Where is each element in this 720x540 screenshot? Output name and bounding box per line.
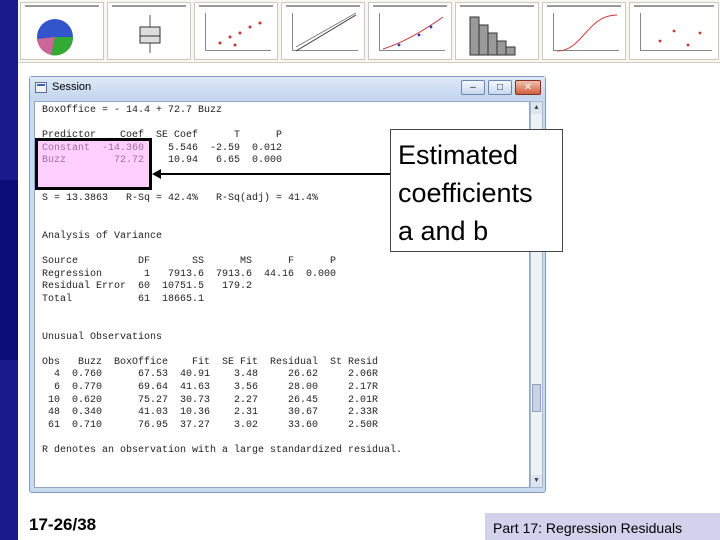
slide-number: 17-26/38 xyxy=(29,515,97,534)
histogram-icon xyxy=(469,16,516,56)
maximize-button[interactable]: □ xyxy=(488,80,512,95)
callout-box: Estimated coefficients a and b xyxy=(390,129,563,252)
curve-fit-icon xyxy=(382,16,444,50)
title-bar[interactable]: Session – □ ✕ xyxy=(30,77,545,99)
thumbnail-cdf-plot[interactable] xyxy=(542,2,626,60)
thumbnail-fitted-lines[interactable] xyxy=(281,2,365,60)
arrow-head-icon xyxy=(152,169,161,179)
line-plot-icon xyxy=(295,12,357,52)
maximize-icon: □ xyxy=(496,82,504,93)
minimize-icon: – xyxy=(470,82,476,93)
close-icon: ✕ xyxy=(523,82,533,93)
scroll-down-icon[interactable]: ▼ xyxy=(531,475,542,487)
s-curve-icon xyxy=(556,14,618,52)
scatter-icon xyxy=(218,21,262,47)
session-window-icon xyxy=(35,82,47,93)
pie-chart-icon xyxy=(37,19,74,56)
thumbnail-histogram[interactable] xyxy=(455,2,539,60)
scroll-thumb[interactable] xyxy=(532,384,541,412)
thumbnail-boxplot[interactable] xyxy=(107,2,191,60)
thumbnail-nonlinear-fit[interactable] xyxy=(368,2,452,60)
boxplot-icon xyxy=(139,15,161,53)
thumbnail-strip xyxy=(18,0,720,63)
close-button[interactable]: ✕ xyxy=(515,80,541,95)
footer-banner: Part 17: Regression Residuals xyxy=(485,513,720,540)
thumbnail-scatterplot-1[interactable] xyxy=(194,2,278,60)
residual-scatter-icon xyxy=(658,29,702,47)
callout-text: Estimated coefficients a and b xyxy=(398,140,533,246)
coefficient-highlight xyxy=(35,138,152,190)
window-title: Session xyxy=(52,81,92,93)
left-accent-bar xyxy=(0,0,18,540)
callout-arrow xyxy=(160,173,390,175)
thumbnail-pie-chart[interactable] xyxy=(20,2,104,60)
left-accent-segment xyxy=(0,180,18,360)
scroll-up-icon[interactable]: ▲ xyxy=(531,102,542,114)
minimize-button[interactable]: – xyxy=(461,80,485,95)
footer-title: Part 17: Regression Residuals xyxy=(493,520,683,536)
thumbnail-residual-plot[interactable] xyxy=(629,2,719,60)
